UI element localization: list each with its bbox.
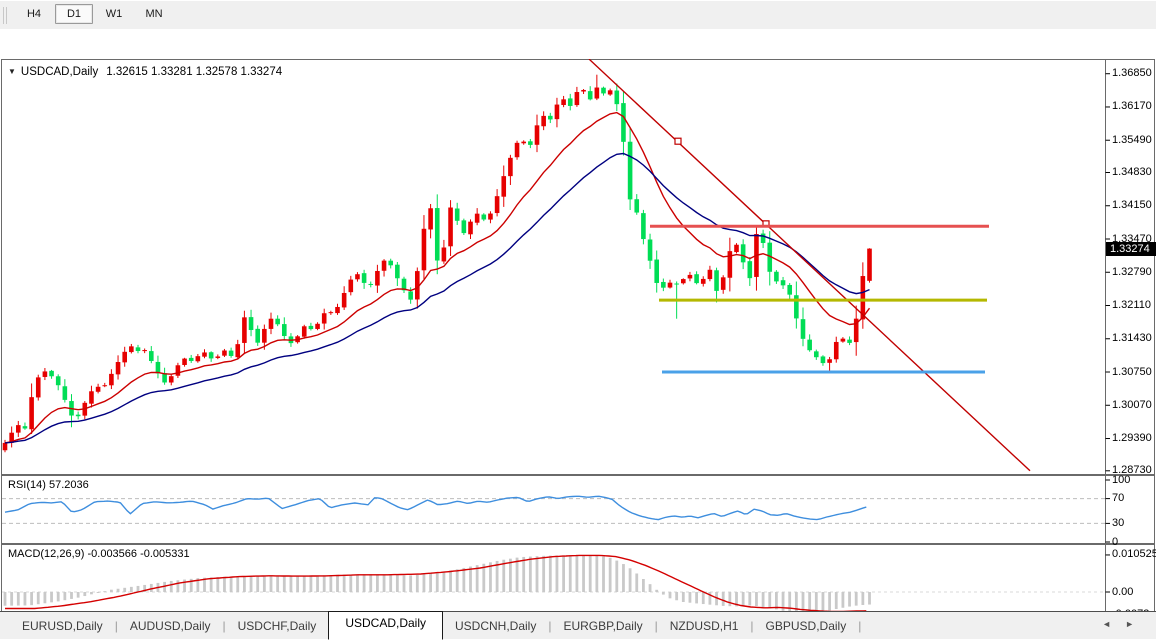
price-tick-label: 1.30070 <box>1112 399 1152 411</box>
price-tick-label: 1.36850 <box>1112 67 1152 79</box>
price-tick-label: 1.36170 <box>1112 100 1152 112</box>
rsi-name: RSI(14) <box>8 479 46 491</box>
rsi-scale-label: 100 <box>1112 474 1130 486</box>
tab-usdcad-daily[interactable]: USDCAD,Daily <box>328 611 443 640</box>
tab-scroll-left-icon[interactable]: ◄ <box>1102 619 1125 629</box>
tab-eurusd-daily[interactable]: EURUSD,Daily <box>10 615 115 637</box>
price-tick-label: 1.35490 <box>1112 134 1152 146</box>
macd-values: -0.003566 -0.005331 <box>87 548 189 560</box>
rsi-panel-canvas[interactable] <box>0 475 1156 544</box>
chart-ohlc-header: ▼ USDCAD,Daily 1.32615 1.33281 1.32578 1.3… <box>8 66 282 78</box>
price-tick-label: 1.32110 <box>1112 299 1151 311</box>
toolbar-grip[interactable] <box>3 7 8 24</box>
tab-usdchf-daily[interactable]: USDCHF,Daily <box>226 615 329 637</box>
macd-scale-label: 0.010525 <box>1112 548 1156 560</box>
timeframe-button-mn[interactable]: MN <box>135 4 173 24</box>
main-panel-frame <box>2 60 1155 475</box>
timeframe-button-w1[interactable]: W1 <box>95 4 133 24</box>
timeframe-toolbar: H4D1W1MN <box>0 0 1156 29</box>
price-tick-label: 1.31430 <box>1112 332 1152 344</box>
current-price-badge: 1.33274 <box>1106 242 1156 256</box>
tab-eurgbp-daily[interactable]: EURGBP,Daily <box>551 615 654 637</box>
rsi-scale-label: 70 <box>1112 492 1124 504</box>
timeframe-buttons: H4D1W1MN <box>14 4 174 24</box>
tab-scroll-right-icon[interactable]: ► <box>1125 619 1148 629</box>
rsi-panel-frame <box>2 476 1155 544</box>
tab-usdcnh-daily[interactable]: USDCNH,Daily <box>443 615 548 637</box>
tab-scroll-nav: ◄► <box>1102 619 1148 629</box>
macd-indicator-label: MACD(12,26,9) -0.003566 -0.005331 <box>8 548 190 560</box>
chart-symbol: USDCAD,Daily <box>21 66 98 78</box>
price-tick-label: 1.29390 <box>1112 432 1152 444</box>
chart-ohlc-values: 1.32615 1.33281 1.32578 1.33274 <box>106 66 282 78</box>
rsi-value: 57.2036 <box>49 479 89 491</box>
timeframe-button-d1[interactable]: D1 <box>55 4 93 24</box>
price-tick-label: 1.34150 <box>1112 199 1152 211</box>
rsi-indicator-label: RSI(14) 57.2036 <box>8 479 89 491</box>
macd-scale-label: 0.00 <box>1112 586 1133 598</box>
macd-name: MACD(12,26,9) <box>8 548 84 560</box>
price-tick-label: 1.34830 <box>1112 166 1152 178</box>
tab-audusd-daily[interactable]: AUDUSD,Daily <box>118 615 223 637</box>
chart-window: ▼ USDCAD,Daily 1.32615 1.33281 1.32578 1.3… <box>0 29 1156 611</box>
price-tick-label: 1.32790 <box>1112 266 1152 278</box>
timeframe-button-h4[interactable]: H4 <box>15 4 53 24</box>
rsi-scale-label: 0 <box>1112 536 1118 548</box>
price-tick-label: 1.30750 <box>1112 366 1152 378</box>
trendline-anchor-handle[interactable] <box>675 138 681 144</box>
symbol-dropdown-icon[interactable]: ▼ <box>8 67 16 76</box>
rsi-scale-label: 30 <box>1112 517 1124 529</box>
price-chart-canvas[interactable] <box>0 59 1156 475</box>
tab-nzdusd-h1[interactable]: NZDUSD,H1 <box>658 615 751 637</box>
chart-tabs: EURUSD,Daily|AUDUSD,Daily|USDCHF,DailyUS… <box>10 612 861 639</box>
tab-gbpusd-daily[interactable]: GBPUSD,Daily <box>754 615 859 637</box>
chart-tab-bar: EURUSD,Daily|AUDUSD,Daily|USDCHF,DailyUS… <box>0 611 1156 639</box>
tab-separator: | <box>858 619 861 633</box>
